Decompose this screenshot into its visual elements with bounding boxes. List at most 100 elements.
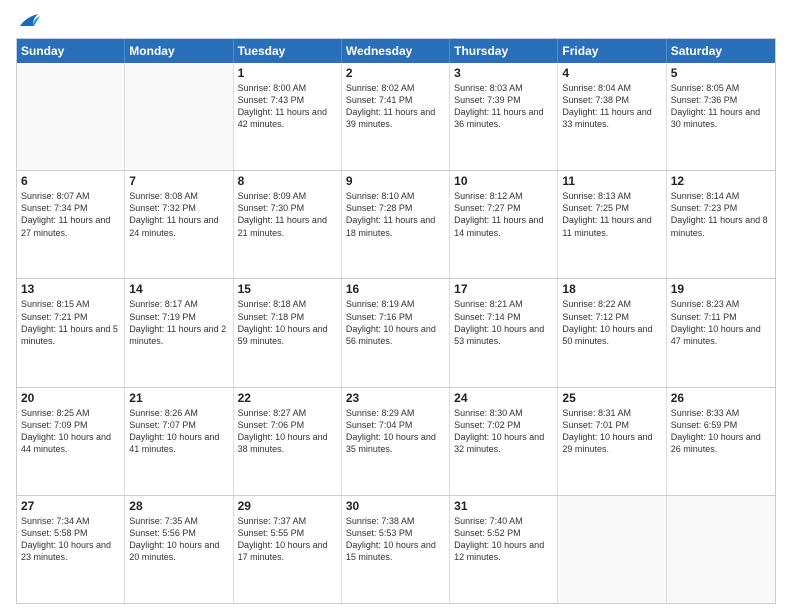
day-info: Sunrise: 8:12 AM Sunset: 7:27 PM Dayligh… bbox=[454, 190, 553, 239]
day-cell-3: 3 Sunrise: 8:03 AM Sunset: 7:39 PM Daylig… bbox=[450, 63, 558, 170]
day-info: Sunrise: 8:30 AM Sunset: 7:02 PM Dayligh… bbox=[454, 407, 553, 456]
day-number: 29 bbox=[238, 499, 337, 513]
header-day-sunday: Sunday bbox=[17, 39, 125, 63]
page-container: SundayMondayTuesdayWednesdayThursdayFrid… bbox=[0, 0, 792, 612]
calendar-row-4: 20 Sunrise: 8:25 AM Sunset: 7:09 PM Dayli… bbox=[17, 387, 775, 495]
day-cell-17: 17Sunrise: 8:21 AM Sunset: 7:14 PM Dayli… bbox=[450, 279, 558, 386]
calendar-row-3: 13 Sunrise: 8:15 AM Sunset: 7:21 PM Dayli… bbox=[17, 278, 775, 386]
empty-cell bbox=[17, 63, 125, 170]
day-cell-26: 26Sunrise: 8:33 AM Sunset: 6:59 PM Dayli… bbox=[667, 388, 775, 495]
calendar: SundayMondayTuesdayWednesdayThursdayFrid… bbox=[16, 38, 776, 604]
day-number: 4 bbox=[562, 66, 661, 80]
day-cell-1: 1 Sunrise: 8:00 AM Sunset: 7:43 PM Daylig… bbox=[234, 63, 342, 170]
empty-cell bbox=[558, 496, 666, 603]
day-number: 22 bbox=[238, 391, 337, 405]
day-number: 18 bbox=[562, 282, 661, 296]
header-day-saturday: Saturday bbox=[667, 39, 775, 63]
day-info: Sunrise: 8:31 AM Sunset: 7:01 PM Dayligh… bbox=[562, 407, 661, 456]
calendar-header: SundayMondayTuesdayWednesdayThursdayFrid… bbox=[17, 39, 775, 63]
day-info: Sunrise: 8:13 AM Sunset: 7:25 PM Dayligh… bbox=[562, 190, 661, 239]
day-number: 31 bbox=[454, 499, 553, 513]
day-info: Sunrise: 8:14 AM Sunset: 7:23 PM Dayligh… bbox=[671, 190, 771, 239]
day-info: Sunrise: 7:35 AM Sunset: 5:56 PM Dayligh… bbox=[129, 515, 228, 564]
day-number: 28 bbox=[129, 499, 228, 513]
day-info: Sunrise: 8:04 AM Sunset: 7:38 PM Dayligh… bbox=[562, 82, 661, 131]
day-number: 24 bbox=[454, 391, 553, 405]
day-number: 23 bbox=[346, 391, 445, 405]
calendar-row-2: 6Sunrise: 8:07 AM Sunset: 7:34 PM Daylig… bbox=[17, 170, 775, 278]
day-info: Sunrise: 7:34 AM Sunset: 5:58 PM Dayligh… bbox=[21, 515, 120, 564]
day-info: Sunrise: 7:38 AM Sunset: 5:53 PM Dayligh… bbox=[346, 515, 445, 564]
day-cell-2: 2Sunrise: 8:02 AM Sunset: 7:41 PM Daylig… bbox=[342, 63, 450, 170]
day-number: 20 bbox=[21, 391, 120, 405]
day-number: 12 bbox=[671, 174, 771, 188]
day-info: Sunrise: 8:10 AM Sunset: 7:28 PM Dayligh… bbox=[346, 190, 445, 239]
day-cell-20: 20 Sunrise: 8:25 AM Sunset: 7:09 PM Dayli… bbox=[17, 388, 125, 495]
day-info: Sunrise: 8:23 AM Sunset: 7:11 PM Dayligh… bbox=[671, 298, 771, 347]
day-number: 19 bbox=[671, 282, 771, 296]
day-cell-10: 10 Sunrise: 8:12 AM Sunset: 7:27 PM Dayli… bbox=[450, 171, 558, 278]
day-cell-13: 13 Sunrise: 8:15 AM Sunset: 7:21 PM Dayli… bbox=[17, 279, 125, 386]
day-info: Sunrise: 8:00 AM Sunset: 7:43 PM Dayligh… bbox=[238, 82, 337, 131]
day-number: 21 bbox=[129, 391, 228, 405]
day-cell-9: 9 Sunrise: 8:10 AM Sunset: 7:28 PM Daylig… bbox=[342, 171, 450, 278]
day-info: Sunrise: 8:15 AM Sunset: 7:21 PM Dayligh… bbox=[21, 298, 120, 347]
day-cell-11: 11 Sunrise: 8:13 AM Sunset: 7:25 PM Dayli… bbox=[558, 171, 666, 278]
calendar-row-1: 1 Sunrise: 8:00 AM Sunset: 7:43 PM Daylig… bbox=[17, 63, 775, 170]
logo bbox=[16, 12, 40, 30]
day-cell-6: 6Sunrise: 8:07 AM Sunset: 7:34 PM Daylig… bbox=[17, 171, 125, 278]
day-info: Sunrise: 8:17 AM Sunset: 7:19 PM Dayligh… bbox=[129, 298, 228, 347]
day-info: Sunrise: 8:22 AM Sunset: 7:12 PM Dayligh… bbox=[562, 298, 661, 347]
calendar-row-5: 27 Sunrise: 7:34 AM Sunset: 5:58 PM Dayli… bbox=[17, 495, 775, 603]
day-cell-25: 25Sunrise: 8:31 AM Sunset: 7:01 PM Dayli… bbox=[558, 388, 666, 495]
day-cell-16: 16 Sunrise: 8:19 AM Sunset: 7:16 PM Dayli… bbox=[342, 279, 450, 386]
day-cell-7: 7 Sunrise: 8:08 AM Sunset: 7:32 PM Daylig… bbox=[125, 171, 233, 278]
empty-cell bbox=[667, 496, 775, 603]
day-cell-4: 4 Sunrise: 8:04 AM Sunset: 7:38 PM Daylig… bbox=[558, 63, 666, 170]
day-number: 26 bbox=[671, 391, 771, 405]
day-cell-19: 19 Sunrise: 8:23 AM Sunset: 7:11 PM Dayli… bbox=[667, 279, 775, 386]
day-cell-8: 8Sunrise: 8:09 AM Sunset: 7:30 PM Daylig… bbox=[234, 171, 342, 278]
day-number: 11 bbox=[562, 174, 661, 188]
day-number: 14 bbox=[129, 282, 228, 296]
header-day-monday: Monday bbox=[125, 39, 233, 63]
day-number: 6 bbox=[21, 174, 120, 188]
day-cell-18: 18 Sunrise: 8:22 AM Sunset: 7:12 PM Dayli… bbox=[558, 279, 666, 386]
day-cell-14: 14 Sunrise: 8:17 AM Sunset: 7:19 PM Dayli… bbox=[125, 279, 233, 386]
day-number: 2 bbox=[346, 66, 445, 80]
day-cell-30: 30 Sunrise: 7:38 AM Sunset: 5:53 PM Dayli… bbox=[342, 496, 450, 603]
day-number: 30 bbox=[346, 499, 445, 513]
header-day-friday: Friday bbox=[558, 39, 666, 63]
day-cell-21: 21 Sunrise: 8:26 AM Sunset: 7:07 PM Dayli… bbox=[125, 388, 233, 495]
day-number: 27 bbox=[21, 499, 120, 513]
day-number: 13 bbox=[21, 282, 120, 296]
day-info: Sunrise: 8:29 AM Sunset: 7:04 PM Dayligh… bbox=[346, 407, 445, 456]
header-day-tuesday: Tuesday bbox=[234, 39, 342, 63]
day-info: Sunrise: 8:26 AM Sunset: 7:07 PM Dayligh… bbox=[129, 407, 228, 456]
day-cell-22: 22Sunrise: 8:27 AM Sunset: 7:06 PM Dayli… bbox=[234, 388, 342, 495]
day-info: Sunrise: 8:25 AM Sunset: 7:09 PM Dayligh… bbox=[21, 407, 120, 456]
day-number: 3 bbox=[454, 66, 553, 80]
day-info: Sunrise: 8:05 AM Sunset: 7:36 PM Dayligh… bbox=[671, 82, 771, 131]
day-cell-15: 15Sunrise: 8:18 AM Sunset: 7:18 PM Dayli… bbox=[234, 279, 342, 386]
day-number: 17 bbox=[454, 282, 553, 296]
day-number: 5 bbox=[671, 66, 771, 80]
calendar-body: 1 Sunrise: 8:00 AM Sunset: 7:43 PM Daylig… bbox=[17, 63, 775, 603]
day-info: Sunrise: 7:37 AM Sunset: 5:55 PM Dayligh… bbox=[238, 515, 337, 564]
header bbox=[16, 12, 776, 30]
day-number: 7 bbox=[129, 174, 228, 188]
day-cell-5: 5 Sunrise: 8:05 AM Sunset: 7:36 PM Daylig… bbox=[667, 63, 775, 170]
day-info: Sunrise: 8:03 AM Sunset: 7:39 PM Dayligh… bbox=[454, 82, 553, 131]
logo-bird-icon bbox=[18, 12, 40, 30]
day-number: 1 bbox=[238, 66, 337, 80]
day-cell-31: 31 Sunrise: 7:40 AM Sunset: 5:52 PM Dayli… bbox=[450, 496, 558, 603]
day-number: 16 bbox=[346, 282, 445, 296]
day-cell-29: 29 Sunrise: 7:37 AM Sunset: 5:55 PM Dayli… bbox=[234, 496, 342, 603]
day-info: Sunrise: 7:40 AM Sunset: 5:52 PM Dayligh… bbox=[454, 515, 553, 564]
day-number: 9 bbox=[346, 174, 445, 188]
day-number: 10 bbox=[454, 174, 553, 188]
day-info: Sunrise: 8:08 AM Sunset: 7:32 PM Dayligh… bbox=[129, 190, 228, 239]
day-info: Sunrise: 8:19 AM Sunset: 7:16 PM Dayligh… bbox=[346, 298, 445, 347]
empty-cell bbox=[125, 63, 233, 170]
day-cell-24: 24 Sunrise: 8:30 AM Sunset: 7:02 PM Dayli… bbox=[450, 388, 558, 495]
